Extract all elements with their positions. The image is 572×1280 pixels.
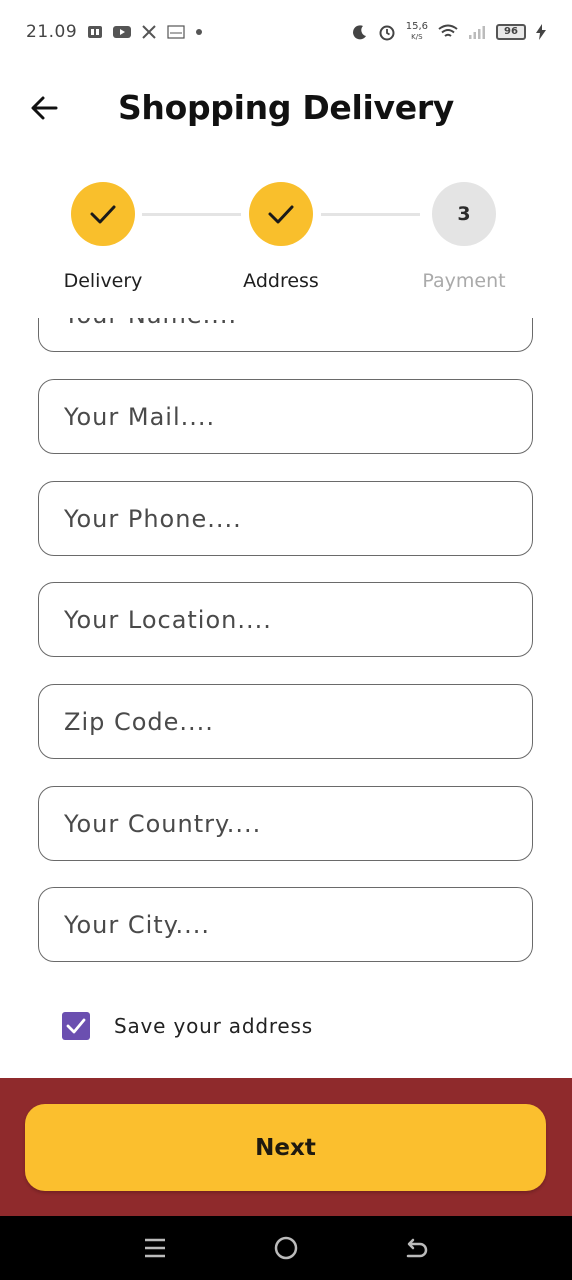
step-label: Address — [243, 270, 319, 292]
status-bar: 21.09 15,6 K/S 96 — [0, 0, 572, 64]
field-placeholder: Your Name.... — [64, 318, 237, 329]
back-nav-icon[interactable] — [397, 1228, 437, 1268]
save-address-checkbox[interactable] — [62, 1012, 90, 1040]
field-placeholder: Your City.... — [64, 910, 210, 939]
net-speed: 15,6 K/S — [406, 22, 428, 42]
step-delivery: Delivery — [43, 182, 163, 292]
step-address: Address — [221, 182, 341, 292]
system-nav-bar — [0, 1216, 572, 1280]
field-placeholder: Your Mail.... — [64, 402, 216, 431]
moon-icon — [352, 24, 368, 40]
battery-icon: 96 — [496, 24, 526, 40]
step-payment: 3 Payment — [404, 182, 524, 292]
check-icon — [268, 205, 294, 224]
field-placeholder: Zip Code.... — [64, 707, 214, 736]
step-label: Delivery — [63, 270, 143, 292]
progress-stepper: Delivery Address 3 Payment — [0, 182, 572, 292]
youtube-icon — [113, 25, 132, 39]
zip-code-field[interactable]: Zip Code.... — [38, 684, 533, 759]
app-header: Shopping Delivery — [0, 76, 572, 140]
charging-icon — [536, 24, 546, 40]
city-field[interactable]: Your City.... — [38, 887, 533, 962]
page-title: Shopping Delivery — [117, 88, 455, 127]
mail-field[interactable]: Your Mail.... — [38, 379, 533, 454]
save-address-label: Save your address — [114, 1014, 313, 1038]
status-right: 15,6 K/S 96 — [352, 22, 546, 42]
country-field[interactable]: Your Country.... — [38, 786, 533, 861]
phone-field[interactable]: Your Phone.... — [38, 481, 533, 556]
address-form[interactable]: Your Name.... Your Mail.... Your Phone..… — [0, 318, 572, 1078]
kuk-icon — [167, 25, 185, 39]
message-icon — [87, 24, 103, 40]
step-number: 3 — [457, 203, 471, 225]
alarm-icon — [378, 23, 396, 41]
status-time: 21.09 — [26, 22, 78, 42]
step-circle-done — [71, 182, 135, 246]
next-button[interactable]: Next — [25, 1104, 546, 1191]
step-circle-done — [249, 182, 313, 246]
home-icon[interactable] — [266, 1228, 306, 1268]
field-placeholder: Your Phone.... — [64, 504, 242, 533]
check-icon — [66, 1018, 86, 1034]
net-speed-unit: K/S — [411, 33, 423, 41]
dot-icon — [195, 28, 203, 36]
location-field[interactable]: Your Location.... — [38, 582, 533, 657]
field-placeholder: Your Location.... — [64, 605, 272, 634]
save-address-row: Save your address — [62, 1012, 313, 1040]
menu-icon[interactable] — [135, 1228, 175, 1268]
field-placeholder: Your Country.... — [64, 809, 262, 838]
x-icon — [141, 24, 157, 40]
status-left: 21.09 — [26, 22, 203, 42]
net-speed-value: 15,6 — [405, 21, 428, 32]
step-label: Payment — [422, 270, 506, 292]
footer-bar: Next — [0, 1078, 572, 1216]
wifi-icon — [438, 24, 458, 40]
name-field[interactable]: Your Name.... — [38, 318, 533, 352]
check-icon — [90, 205, 116, 224]
signal-icon — [468, 24, 486, 40]
step-circle-pending: 3 — [432, 182, 496, 246]
